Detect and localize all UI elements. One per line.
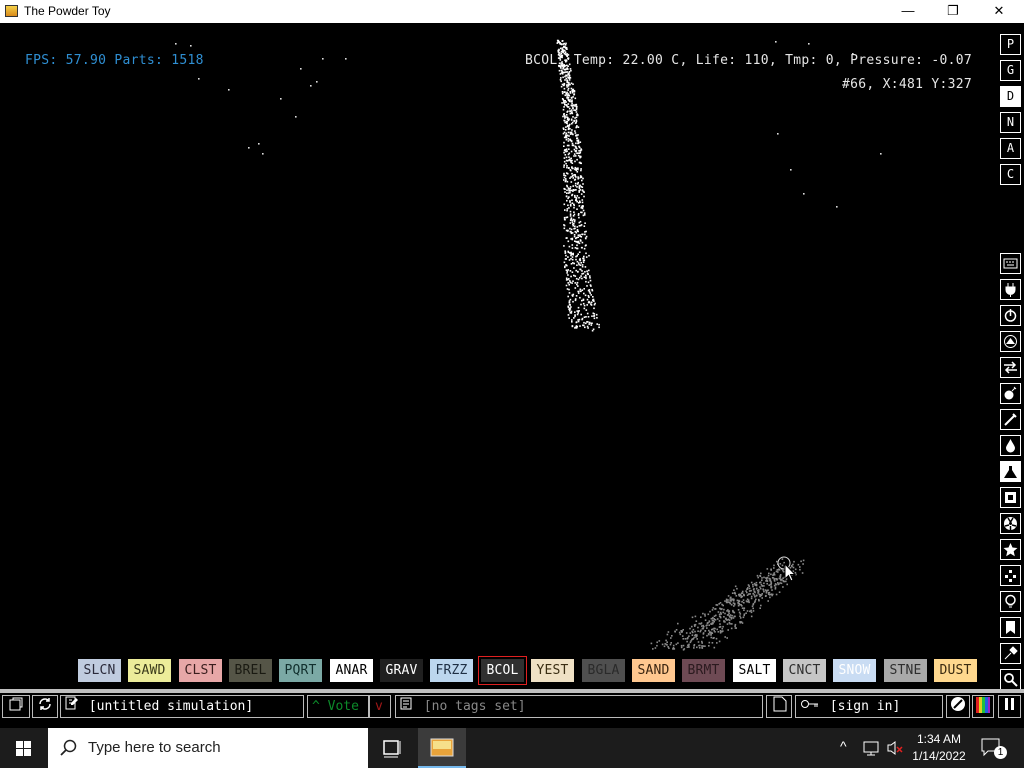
windows-taskbar: Type here to search ^ 1:34 AM 1/14/2022 … <box>0 728 1024 768</box>
element-button-cnct[interactable]: CNCT <box>783 659 826 682</box>
element-button-dust[interactable]: DUST <box>934 659 977 682</box>
simulation-canvas[interactable]: FPS: 57.90 Parts: 1518 BCOL, Temp: 22.00… <box>0 23 996 687</box>
settings-icon <box>951 697 965 711</box>
new-document-icon <box>773 696 787 712</box>
life-icon[interactable] <box>1000 565 1021 586</box>
tags-button[interactable]: [no tags set] <box>395 695 763 718</box>
explosives-icon[interactable] <box>1000 383 1021 404</box>
mouse-cursor <box>777 556 796 582</box>
zoom-search-icon[interactable] <box>1000 669 1021 690</box>
search-placeholder: Type here to search <box>88 739 221 756</box>
window-title: The Powder Toy <box>24 4 111 18</box>
notifications-button[interactable]: 1 <box>980 736 1007 760</box>
element-button-frzz[interactable]: FRZZ <box>430 659 473 682</box>
element-button-bgla[interactable]: BGLA <box>582 659 625 682</box>
element-button-grav[interactable]: GRAV <box>380 659 423 682</box>
electronics-icon[interactable] <box>1000 279 1021 300</box>
element-button-snow[interactable]: SNOW <box>833 659 876 682</box>
vote-label: Vote <box>327 699 359 714</box>
chevron-up-icon[interactable]: ^ <box>840 738 847 754</box>
gases-icon[interactable] <box>1000 409 1021 430</box>
sign-in-button[interactable]: [sign in] <box>795 695 943 718</box>
pause-icon <box>1005 698 1014 710</box>
volume-muted-icon[interactable] <box>886 739 904 757</box>
element-button-pqrt[interactable]: PQRT <box>279 659 322 682</box>
element-button-bcol[interactable]: BCOL <box>478 656 527 685</box>
clock-time: 1:34 AM <box>916 732 962 746</box>
menu-button-g[interactable]: G <box>1000 60 1021 81</box>
tools-icon[interactable] <box>1000 591 1021 612</box>
save-simulation-button[interactable]: [untitled simulation] <box>60 695 304 718</box>
search-elements-icon[interactable] <box>1000 253 1021 274</box>
fps-counter: FPS: 57.90 Parts: 1518 <box>25 53 204 68</box>
solids-icon[interactable] <box>1000 487 1021 508</box>
reload-icon <box>39 698 51 710</box>
open-folder-icon <box>9 697 23 711</box>
element-button-slcn[interactable]: SLCN <box>78 659 121 682</box>
clock-date: 1/14/2022 <box>912 749 966 763</box>
force-icon[interactable] <box>1000 357 1021 378</box>
renderer-button[interactable] <box>972 695 994 718</box>
color-palette-icon <box>976 697 990 713</box>
task-view-icon <box>383 740 401 758</box>
particle-layer <box>175 39 882 651</box>
taskbar-search-box[interactable]: Type here to search <box>48 728 368 768</box>
element-button-sawd[interactable]: SAWD <box>128 659 171 682</box>
powder-toy-app-icon <box>430 738 454 757</box>
reload-button[interactable] <box>32 695 58 718</box>
task-view-button[interactable] <box>376 728 408 768</box>
element-button-yest[interactable]: YEST <box>531 659 574 682</box>
taskbar-clock[interactable]: 1:34 AM 1/14/2022 <box>905 731 973 765</box>
minimize-button[interactable]: — <box>885 0 931 23</box>
element-button-clst[interactable]: CLST <box>179 659 222 682</box>
simulation-name: [untitled simulation] <box>88 699 254 714</box>
new-simulation-button[interactable] <box>766 695 792 718</box>
windows-logo-icon <box>16 741 31 756</box>
tag-icon <box>400 696 416 717</box>
favorites-icon[interactable] <box>1000 617 1021 638</box>
search-icon <box>60 739 77 756</box>
tags-label: [no tags set] <box>423 699 526 714</box>
element-button-salt[interactable]: SALT <box>733 659 776 682</box>
particle-info: BCOL, Temp: 22.00 C, Life: 110, Tmp: 0, … <box>525 53 972 68</box>
notification-count: 1 <box>994 746 1007 759</box>
menu-button-n[interactable]: N <box>1000 112 1021 133</box>
powders-icon[interactable] <box>1000 461 1021 482</box>
cursor-position: #66, X:481 Y:327 <box>841 77 972 92</box>
element-button-brmt[interactable]: BRMT <box>682 659 725 682</box>
special-icon[interactable] <box>1000 539 1021 560</box>
powered-icon[interactable] <box>1000 305 1021 326</box>
element-button-sand[interactable]: SAND <box>632 659 675 682</box>
thumbs-up-icon: ^ <box>312 699 320 714</box>
display-settings-button[interactable] <box>946 695 970 718</box>
element-button-anar[interactable]: ANAR <box>330 659 373 682</box>
menu-button-p[interactable]: P <box>1000 34 1021 55</box>
vote-up-button[interactable]: ^ Vote <box>307 695 369 718</box>
element-button-brel[interactable]: BREL <box>229 659 272 682</box>
menu-button-d[interactable]: D <box>1000 86 1021 107</box>
close-button[interactable]: ✕ <box>976 0 1022 23</box>
radioactive-icon[interactable] <box>1000 513 1021 534</box>
window-titlebar: The Powder Toy — ❐ ✕ <box>0 0 1024 23</box>
start-button[interactable] <box>0 728 48 768</box>
bottom-toolbar: [untitled simulation] ^ Vote v [no tags … <box>0 693 1024 720</box>
app-icon <box>5 5 18 17</box>
powder-toy-taskbar-item[interactable] <box>418 728 466 768</box>
menu-button-a[interactable]: A <box>1000 138 1021 159</box>
decoration-icon[interactable] <box>1000 643 1021 664</box>
thumbs-down-icon: v <box>375 699 383 714</box>
save-icon <box>65 696 81 717</box>
open-simulation-button[interactable] <box>2 695 30 718</box>
pause-button[interactable] <box>998 695 1021 718</box>
sensors-icon[interactable] <box>1000 331 1021 352</box>
maximize-button[interactable]: ❐ <box>930 0 976 23</box>
element-button-stne[interactable]: STNE <box>884 659 927 682</box>
liquids-icon[interactable] <box>1000 435 1021 456</box>
vote-down-button[interactable]: v <box>369 695 391 718</box>
menu-button-c[interactable]: C <box>1000 164 1021 185</box>
network-icon[interactable] <box>862 739 880 757</box>
sign-in-label: [sign in] <box>829 699 901 714</box>
key-icon <box>800 696 822 717</box>
